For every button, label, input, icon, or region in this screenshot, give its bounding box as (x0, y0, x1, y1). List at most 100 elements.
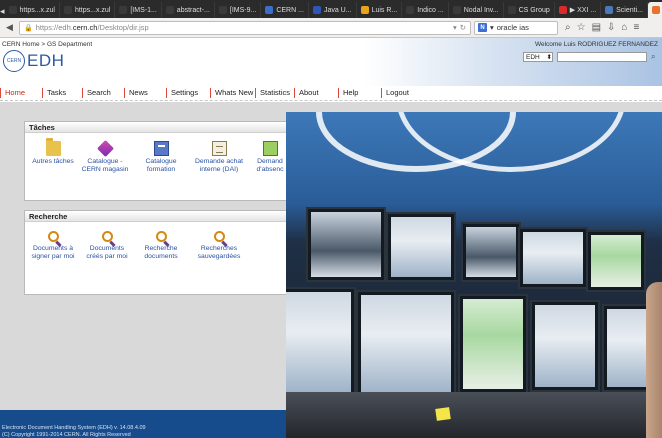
browser-tab[interactable]: Java U... (309, 2, 357, 18)
search-tile[interactable]: Documents créés par moi (81, 230, 133, 261)
bookmark-star-icon[interactable]: ☆ (577, 22, 586, 33)
home-icon[interactable]: ⌂ (621, 22, 627, 33)
menu-help[interactable]: Help (338, 88, 381, 98)
lock-icon: 🔒 (24, 24, 33, 32)
menu-news[interactable]: News (124, 88, 166, 98)
tab-favicon-icon (265, 6, 274, 14)
search-panel-title: Recherche (25, 211, 287, 222)
search-tile[interactable]: Documents à signer par moi (29, 230, 77, 261)
task-label: Catalogue formation (145, 158, 177, 173)
browser-tab[interactable]: ▶ XXI ... (555, 2, 602, 18)
browser-tab[interactable]: abstract-... (162, 2, 215, 18)
browser-tab[interactable]: https...x.zul (5, 2, 60, 18)
tab-label: Indico ... (417, 6, 444, 14)
browser-tab[interactable]: https...x.zul (60, 2, 116, 18)
search-label: Documents à signer par moi (31, 245, 75, 260)
browser-tab[interactable]: CERN ... (261, 2, 309, 18)
tab-label: CERN ... (276, 6, 304, 14)
welcome-text: Welcome Luis RODRIGUEZ FERNANDEZ (534, 41, 658, 48)
task-tile[interactable]: Demand d'absenc (253, 141, 287, 174)
url-bar[interactable]: 🔒 https://edh. cern.ch/Desktop/dir.jsp ▾ … (19, 20, 471, 35)
url-scheme: https://edh. (35, 23, 73, 32)
task-tile[interactable]: Catalogue - CERN magasin (81, 140, 129, 174)
task-tile[interactable]: Demande achat interne (DAI) (191, 141, 247, 174)
menu-home[interactable]: Home (0, 88, 42, 98)
clipboard-icon[interactable]: ▤ (592, 22, 601, 33)
absence-icon (262, 141, 278, 156)
sticky-note (435, 407, 451, 421)
search-icon[interactable]: ⌕ (565, 22, 571, 33)
browser-tab[interactable]: [IMS-1... (115, 2, 162, 18)
person (646, 282, 662, 438)
menu-settings[interactable]: Settings (166, 88, 210, 98)
monitor (386, 212, 456, 282)
url-path: /Desktop/dir.jsp (97, 23, 149, 32)
reload-icon[interactable]: ↻ (460, 23, 466, 32)
menu-tasks[interactable]: Tasks (42, 88, 82, 98)
hamburger-menu-icon[interactable]: ≡ (633, 22, 639, 33)
search-engine-icon[interactable]: N (478, 23, 487, 32)
dropdown-arrow-icon[interactable]: ▾ (453, 23, 457, 32)
tab-favicon-icon (507, 6, 516, 14)
tab-favicon-icon (652, 6, 660, 14)
tab-label: https...x.zul (19, 6, 55, 14)
search-tile[interactable]: Recherches sauvegardées (191, 230, 247, 261)
system-select[interactable]: EDH ⬍ (523, 52, 553, 62)
monitor (286, 287, 356, 397)
tab-label: abstract-... (176, 6, 210, 14)
tab-favicon-icon (119, 6, 128, 14)
menu-search[interactable]: Search (82, 88, 124, 98)
tab-favicon-icon (406, 6, 415, 14)
search-label: Recherche documents (144, 245, 178, 260)
menu-statistics[interactable]: Statistics (255, 88, 294, 98)
edh-logo[interactable]: CERN EDH (3, 50, 64, 72)
search-icon (155, 231, 167, 242)
monitor (530, 300, 600, 392)
cern-logo-icon: CERN (3, 50, 25, 72)
task-tile[interactable]: Autres tâches (29, 138, 77, 166)
tab-label: CS Group (518, 6, 550, 14)
browser-tab[interactable]: Luis R... (357, 2, 403, 18)
task-label: Autres tâches (32, 158, 74, 165)
tab-label: Nodal Inv... (463, 6, 499, 14)
menu-logout[interactable]: Logout (381, 88, 427, 98)
logo-text: EDH (27, 51, 65, 70)
header-search-input[interactable] (557, 52, 647, 62)
tab-favicon-icon (558, 6, 567, 14)
browser-tab[interactable]: [IMS-9... (215, 2, 262, 18)
url-host: cern.ch (72, 23, 98, 32)
search-icon (101, 231, 113, 242)
tab-favicon-icon (165, 6, 174, 14)
tab-favicon-icon (63, 6, 72, 14)
search-engine-dropdown-icon[interactable]: ▾ (490, 23, 494, 32)
back-arrow-icon[interactable]: ◀ (3, 21, 16, 34)
browser-tab[interactable]: Indico ... (402, 2, 449, 18)
browser-search-box[interactable]: N ▾ oracle ias (474, 20, 558, 35)
main-menu: Home Tasks Search News Settings Whats Ne… (0, 86, 662, 100)
browser-tab-active[interactable]: ED...× (648, 2, 662, 18)
menu-divider (0, 100, 662, 101)
menu-about[interactable]: About (294, 88, 338, 98)
browser-tab[interactable]: Scienti... (601, 2, 648, 18)
search-label: Recherches sauvegardées (197, 245, 241, 260)
search-icon[interactable]: ⌕ (651, 52, 659, 62)
download-icon[interactable]: ⇩ (607, 22, 615, 33)
browser-nav-bar: ◀ 🔒 https://edh. cern.ch/Desktop/dir.jsp … (0, 18, 662, 38)
desk (286, 392, 662, 438)
tab-favicon-icon (8, 6, 17, 14)
search-icon (47, 231, 59, 242)
book-icon (153, 141, 169, 156)
gem-icon (96, 140, 114, 157)
breadcrumb[interactable]: CERN Home > GS Department (2, 41, 92, 48)
menu-whats-new[interactable]: Whats New (210, 88, 255, 98)
monitor (458, 294, 528, 394)
task-tile[interactable]: Catalogue formation (137, 141, 185, 174)
browser-tab[interactable]: Nodal Inv... (449, 2, 504, 18)
task-label: Catalogue - CERN magasin (81, 158, 129, 173)
browser-tab[interactable]: CS Group (504, 2, 555, 18)
control-room-photo (286, 112, 662, 438)
tasks-panel-title: Tâches (25, 122, 287, 133)
edh-header: CERN Home > GS Department Welcome Luis R… (0, 38, 662, 86)
monitor (586, 230, 646, 292)
search-tile[interactable]: Recherche documents (137, 230, 185, 261)
